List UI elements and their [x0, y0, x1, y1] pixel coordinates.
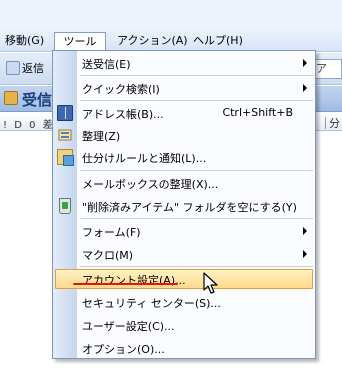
menu-separator — [80, 218, 313, 219]
organize-icon — [57, 127, 73, 143]
menu-move[interactable]: 移動(G) — [2, 32, 47, 50]
menu-item-label: 送受信(E) — [82, 58, 131, 71]
reply-label: 返信 — [22, 62, 44, 75]
menu-item-label: メールボックスの整理(X)... — [82, 178, 219, 191]
menu-tools[interactable]: ツール(T) — [54, 32, 106, 66]
menu-item-forms[interactable]: フォーム(F) — [53, 221, 315, 241]
tools-dropdown-menu: 送受信(E) クイック検索(I) アドレス帳(B)... Ctrl+Shift+… — [52, 50, 316, 359]
recycle-bin-icon — [59, 198, 71, 214]
menu-separator — [80, 170, 313, 171]
submenu-arrow-icon — [303, 59, 307, 67]
column-icons[interactable]: ! D 0 差 — [3, 116, 55, 131]
menu-item-organize[interactable]: 整理(Z) — [53, 125, 315, 145]
inbox-icon — [4, 91, 18, 105]
submenu-arrow-icon — [303, 250, 307, 258]
submenu-arrow-icon — [303, 84, 307, 92]
mouse-cursor-icon — [203, 272, 218, 294]
toolbar-search-box[interactable]: ア — [312, 59, 342, 79]
menu-separator — [80, 75, 313, 76]
rules-icon — [57, 149, 74, 166]
menu-item-customize[interactable]: ユーザー設定(C)... — [53, 315, 315, 335]
menu-item-label: セキュリティ センター(S)... — [82, 297, 221, 310]
menu-separator — [80, 266, 313, 267]
menu-item-rules-alerts[interactable]: 仕分けルールと通知(L)... — [53, 147, 315, 167]
reply-button[interactable]: 返信 — [6, 61, 44, 77]
menu-item-label: "削除済みアイテム" フォルダを空にする(Y) — [82, 201, 297, 214]
menu-item-label: フォーム(F) — [82, 226, 141, 239]
address-book-icon — [57, 105, 73, 121]
menu-help[interactable]: ヘルプ(H) — [190, 32, 246, 50]
reply-icon — [6, 61, 20, 75]
menu-separator — [80, 100, 313, 101]
submenu-arrow-icon — [303, 227, 307, 235]
menu-item-label: アカウント設定(A)... — [82, 274, 186, 287]
menu-item-label: ユーザー設定(C)... — [82, 320, 175, 333]
menu-item-options[interactable]: オプション(O)... — [53, 338, 315, 358]
menu-item-trust-center[interactable]: セキュリティ センター(S)... — [53, 292, 315, 312]
menu-item-label: 整理(Z) — [82, 130, 121, 143]
title-area — [0, 0, 342, 30]
menu-action[interactable]: アクション(A) — [114, 32, 191, 50]
menu-item-label: アドレス帳(B)... — [82, 108, 164, 121]
menu-item-empty-deleted[interactable]: "削除済みアイテム" フォルダを空にする(Y) — [53, 196, 315, 216]
menu-item-account-settings[interactable]: アカウント設定(A)... — [53, 269, 315, 289]
menu-item-label: マクロ(M) — [82, 249, 134, 262]
column-category-label: 分 — [329, 117, 340, 130]
menu-item-shortcut: Ctrl+Shift+B — [222, 106, 293, 119]
menu-item-label: クイック検索(I) — [82, 83, 160, 96]
menu-item-send-receive[interactable]: 送受信(E) — [53, 53, 315, 73]
menu-item-macro[interactable]: マクロ(M) — [53, 244, 315, 264]
menu-item-label: 仕分けルールと通知(L)... — [82, 152, 207, 165]
menu-item-label: オプション(O)... — [82, 343, 165, 356]
folder-title: 受信 — [22, 91, 53, 109]
menu-bar: 移動(G) ツール(T) アクション(A) ヘルプ(H) — [0, 30, 342, 66]
annotation-underline — [73, 283, 178, 285]
column-category[interactable]: 分 — [325, 115, 340, 131]
menu-item-quick-search[interactable]: クイック検索(I) — [53, 78, 315, 98]
menu-item-mailbox-cleanup[interactable]: メールボックスの整理(X)... — [53, 173, 315, 193]
menu-item-address-book[interactable]: アドレス帳(B)... Ctrl+Shift+B — [53, 103, 315, 123]
